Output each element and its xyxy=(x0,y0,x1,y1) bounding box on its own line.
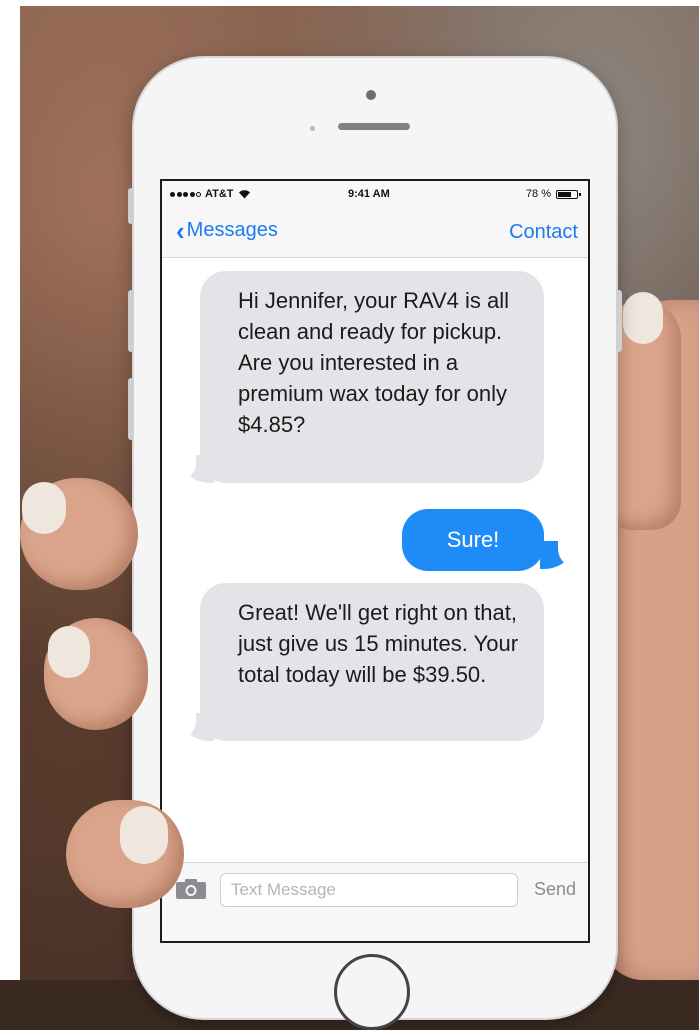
earpiece-speaker xyxy=(338,123,410,130)
volume-up-button xyxy=(128,290,134,352)
silent-switch xyxy=(128,188,134,224)
signal-dot xyxy=(189,191,195,197)
message-thread: Hi Jennifer, your RAV4 is all clean and … xyxy=(162,257,588,867)
power-button xyxy=(616,290,622,352)
finger-nail xyxy=(48,626,90,678)
carrier-name: AT&T xyxy=(205,188,234,200)
clock: 9:41 AM xyxy=(348,188,390,200)
status-bar: AT&T 9:41 AM 78 % xyxy=(162,181,588,207)
contact-button[interactable]: Contact xyxy=(509,221,578,244)
message-bubble-outgoing: Sure! xyxy=(402,509,544,571)
carrier-info: AT&T xyxy=(170,188,251,200)
send-button[interactable]: Send xyxy=(534,879,576,900)
signal-dot xyxy=(196,191,201,197)
home-button[interactable] xyxy=(334,954,410,1030)
battery-percentage: 78 % xyxy=(525,188,551,200)
signal-strength-icon xyxy=(170,191,201,197)
signal-dot xyxy=(170,191,175,197)
battery-icon xyxy=(556,189,581,199)
battery-info: 78 % xyxy=(525,188,581,200)
top-border xyxy=(0,0,699,6)
phone-screen: AT&T 9:41 AM 78 % ‹ Messages Contact Hi … xyxy=(160,179,590,943)
message-input[interactable] xyxy=(220,873,518,907)
back-label: Messages xyxy=(186,219,278,241)
message-bubble-incoming: Great! We'll get right on that, just giv… xyxy=(200,583,544,741)
bubble-tail xyxy=(540,541,584,569)
message-bubble-incoming: Hi Jennifer, your RAV4 is all clean and … xyxy=(200,271,544,483)
wifi-icon xyxy=(238,190,250,199)
signal-dot xyxy=(176,191,182,197)
front-camera xyxy=(366,90,376,100)
thumb-nail xyxy=(623,292,663,344)
phone-device: AT&T 9:41 AM 78 % ‹ Messages Contact Hi … xyxy=(128,58,622,1030)
back-button[interactable]: ‹ Messages xyxy=(176,215,278,246)
proximity-sensor xyxy=(310,126,315,131)
finger-nail xyxy=(120,806,168,864)
compose-bar: Send xyxy=(162,862,588,941)
signal-dot xyxy=(183,191,188,197)
chevron-left-icon: ‹ xyxy=(176,215,185,246)
finger-nail xyxy=(22,482,66,534)
volume-down-button xyxy=(128,378,134,440)
nav-bar: ‹ Messages Contact xyxy=(162,207,588,258)
camera-icon[interactable] xyxy=(176,879,206,899)
left-border xyxy=(0,0,20,980)
